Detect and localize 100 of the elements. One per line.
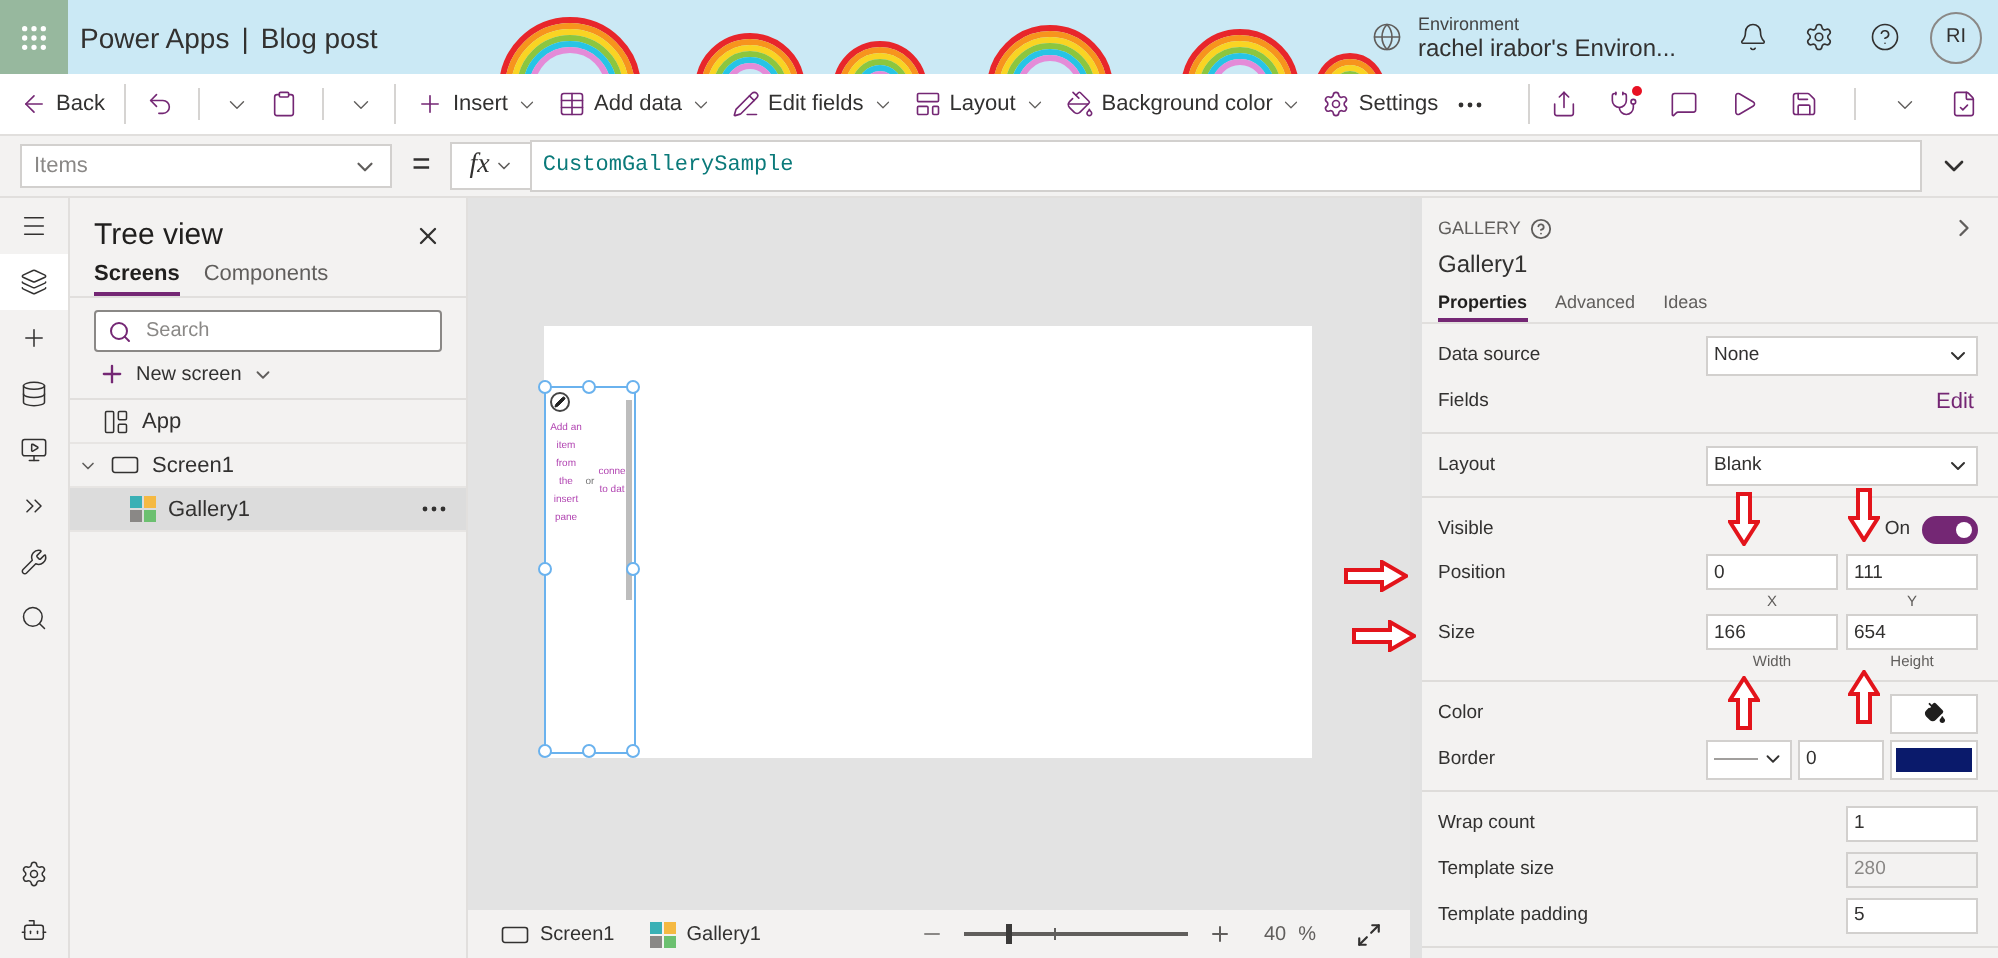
breadcrumb[interactable]: Gallery1	[638, 921, 773, 947]
settings-icon	[20, 860, 48, 888]
settings-button[interactable]: Settings	[1314, 84, 1447, 124]
property-label: Wrap count	[1438, 812, 1535, 834]
number-field[interactable]: 654	[1846, 614, 1978, 650]
dropdown-field[interactable]: None	[1706, 335, 1978, 375]
tab[interactable]: Advanced	[1555, 282, 1636, 322]
app-name: Power Apps	[80, 21, 230, 53]
gallery-icon	[130, 496, 156, 522]
resize-handle[interactable]	[582, 380, 596, 394]
number-field[interactable]: 111	[1846, 554, 1978, 590]
property-label: Color	[1438, 702, 1484, 724]
formula-field[interactable]: CustomGallerySample	[530, 140, 1922, 192]
help-icon	[1870, 22, 1900, 52]
user-avatar[interactable]: RI	[1930, 11, 1982, 63]
help-button[interactable]	[1870, 22, 1900, 52]
number-field[interactable]: 0	[1706, 554, 1838, 590]
more-icon[interactable]	[422, 506, 446, 512]
border-style-dropdown[interactable]	[1706, 739, 1792, 779]
color-picker-button[interactable]	[1890, 693, 1978, 733]
tab[interactable]: Screens	[94, 252, 180, 296]
search-field[interactable]: Search	[94, 310, 442, 352]
resize-handle[interactable]	[626, 380, 640, 394]
property-label: Data source	[1438, 344, 1541, 366]
number-field[interactable]: 166	[1706, 614, 1838, 650]
dropdown-field[interactable]: Blank	[1706, 445, 1978, 485]
tab[interactable]: Components	[203, 252, 329, 296]
toggle-switch[interactable]	[1922, 515, 1978, 543]
resize-handle[interactable]	[538, 380, 552, 394]
save-icon	[1790, 90, 1818, 118]
database-icon	[20, 380, 48, 408]
insert-button[interactable]: Insert	[408, 84, 546, 124]
property-label: Template size	[1438, 858, 1555, 880]
edit-link[interactable]: Edit	[1932, 389, 1978, 413]
clipboard-icon	[270, 90, 299, 118]
layout-button[interactable]: Layout	[905, 84, 1054, 124]
property-label: Visible	[1438, 518, 1494, 540]
back-button[interactable]: Back	[12, 84, 113, 124]
toggle-state: On	[1884, 518, 1910, 540]
breadcrumb[interactable]: Screen1	[488, 919, 627, 949]
gallery-icon	[650, 921, 677, 947]
property-label: Template padding	[1438, 904, 1588, 926]
wrench-icon	[20, 548, 48, 576]
share-icon	[1550, 90, 1578, 118]
resize-handle[interactable]	[626, 744, 640, 758]
environment-name[interactable]: rachel irabor's Environ...	[1417, 33, 1676, 61]
scrollbar[interactable]	[626, 400, 632, 600]
edit-fields-button[interactable]: Edit fields	[724, 84, 902, 124]
layout-icon	[913, 90, 942, 118]
app-icon	[102, 407, 130, 435]
bot-icon	[20, 916, 48, 944]
zoom-slider[interactable]	[963, 922, 1188, 946]
panel-title: Tree view	[94, 218, 223, 252]
notifications-button[interactable]	[1738, 22, 1768, 52]
background-button[interactable]: Background color	[1057, 84, 1311, 124]
tab[interactable]: Ideas	[1663, 282, 1708, 322]
new-screen-button[interactable]: New screen	[70, 352, 466, 400]
slider-thumb[interactable]	[1006, 924, 1013, 944]
tree-item[interactable]: Gallery1	[70, 488, 466, 532]
border-color-button[interactable]	[1890, 739, 1978, 779]
settings-button[interactable]	[1804, 22, 1834, 52]
zoom-in-icon[interactable]	[1207, 922, 1232, 946]
undo-icon	[146, 90, 175, 118]
function-button[interactable]: fx	[450, 142, 531, 190]
title-separator: |	[241, 21, 249, 53]
pencil-icon	[732, 90, 761, 118]
number-field[interactable]: 5	[1846, 897, 1978, 933]
property-label: Border	[1438, 748, 1496, 770]
property-label: Size	[1438, 622, 1475, 644]
publish-icon	[1950, 90, 1978, 118]
callout-arrow	[1344, 560, 1408, 592]
help-icon[interactable]	[1530, 217, 1553, 239]
border-width-field[interactable]: 0	[1798, 739, 1884, 779]
resize-handle[interactable]	[582, 744, 596, 758]
settings-icon	[1804, 22, 1834, 52]
control-type: GALLERY	[1438, 218, 1521, 238]
property-label: Layout	[1438, 454, 1496, 476]
grid-icon	[18, 21, 50, 53]
document-title: Blog post	[260, 21, 378, 53]
media-icon	[20, 436, 48, 464]
paint-bucket-icon	[1065, 90, 1094, 118]
bell-icon	[1738, 22, 1768, 52]
callout-arrow	[1728, 492, 1760, 546]
tree-item[interactable]: App	[70, 400, 466, 444]
tab[interactable]: Properties	[1438, 282, 1528, 322]
callout-arrow	[1848, 488, 1880, 542]
fit-screen-icon[interactable]	[1356, 921, 1382, 947]
rail-button[interactable]	[0, 254, 68, 310]
plus-icon	[20, 324, 48, 352]
edit-icon	[550, 392, 570, 412]
number-field[interactable]: 1	[1846, 805, 1978, 841]
resize-handle[interactable]	[538, 744, 552, 758]
control-name: Gallery1	[1436, 248, 1530, 282]
plus-icon	[416, 90, 445, 118]
add-data-button[interactable]: Add data	[549, 84, 721, 124]
property-dropdown[interactable]: Items	[20, 144, 392, 188]
table-icon	[557, 90, 586, 118]
callout-arrow	[1728, 676, 1760, 730]
resize-handle[interactable]	[626, 562, 640, 576]
resize-handle[interactable]	[538, 562, 552, 576]
